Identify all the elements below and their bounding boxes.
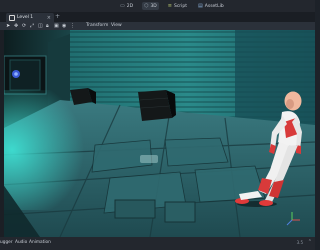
local-space-icon[interactable]: ◉ — [62, 22, 66, 30]
select-tool-icon[interactable]: ➤ — [6, 22, 10, 30]
mode-3d-button[interactable]: ⬡ 3D — [142, 2, 159, 10]
group-icon[interactable]: ▣ — [54, 22, 59, 30]
bottom-tab-audio[interactable]: Audio — [15, 240, 27, 245]
2d-icon: ▭ — [120, 3, 125, 9]
add-tab-button[interactable]: + — [55, 13, 60, 20]
scene-render — [0, 30, 315, 237]
top-menu-bar: ▭ 2D ⬡ 3D ≡ Script ▤ AssetLib — [0, 0, 315, 12]
scale-tool-icon[interactable]: ⤢ — [30, 22, 34, 30]
view-menu[interactable]: View — [111, 23, 122, 28]
mode-2d-label: 2D — [126, 3, 134, 9]
mode-script-button[interactable]: ≡ Script — [166, 2, 189, 10]
mode-script-label: Script — [173, 3, 188, 9]
selectable-tool-icon[interactable]: ◫ — [38, 22, 43, 30]
mode-assetlib-label: AssetLib — [204, 3, 224, 9]
3d-viewport[interactable] — [0, 30, 315, 237]
version-label: 3.5 — [296, 240, 303, 245]
move-tool-icon[interactable]: ✥ — [14, 22, 18, 30]
bottom-tab-animation[interactable]: Animation — [29, 240, 51, 245]
close-tab-icon[interactable]: × — [47, 15, 51, 21]
scene-tab-level-1[interactable]: Level 1 × — [6, 13, 54, 22]
left-dock-edge — [0, 30, 4, 237]
mode-2d-button[interactable]: ▭ 2D — [118, 2, 135, 10]
mode-assetlib-button[interactable]: ▤ AssetLib — [196, 2, 226, 10]
expand-panel-icon[interactable]: ⌃ — [308, 239, 312, 245]
assetlib-icon: ▤ — [198, 3, 203, 9]
transform-menu[interactable]: Transform — [86, 23, 108, 28]
mode-3d-label: 3D — [150, 3, 157, 9]
bottom-tab-debugger[interactable]: ugger — [0, 240, 13, 245]
scene-icon — [9, 14, 15, 21]
lock-icon[interactable]: 🔒︎ — [46, 22, 49, 30]
scene-tab-label: Level 1 — [17, 15, 34, 20]
editor-mode-switcher: ▭ 2D ⬡ 3D ≡ Script ▤ AssetLib — [118, 0, 226, 12]
snap-icon[interactable]: ⋮ — [70, 22, 75, 30]
rotate-tool-icon[interactable]: ⟳ — [22, 22, 26, 30]
3d-icon: ⬡ — [144, 3, 149, 9]
script-icon: ≡ — [167, 3, 172, 9]
